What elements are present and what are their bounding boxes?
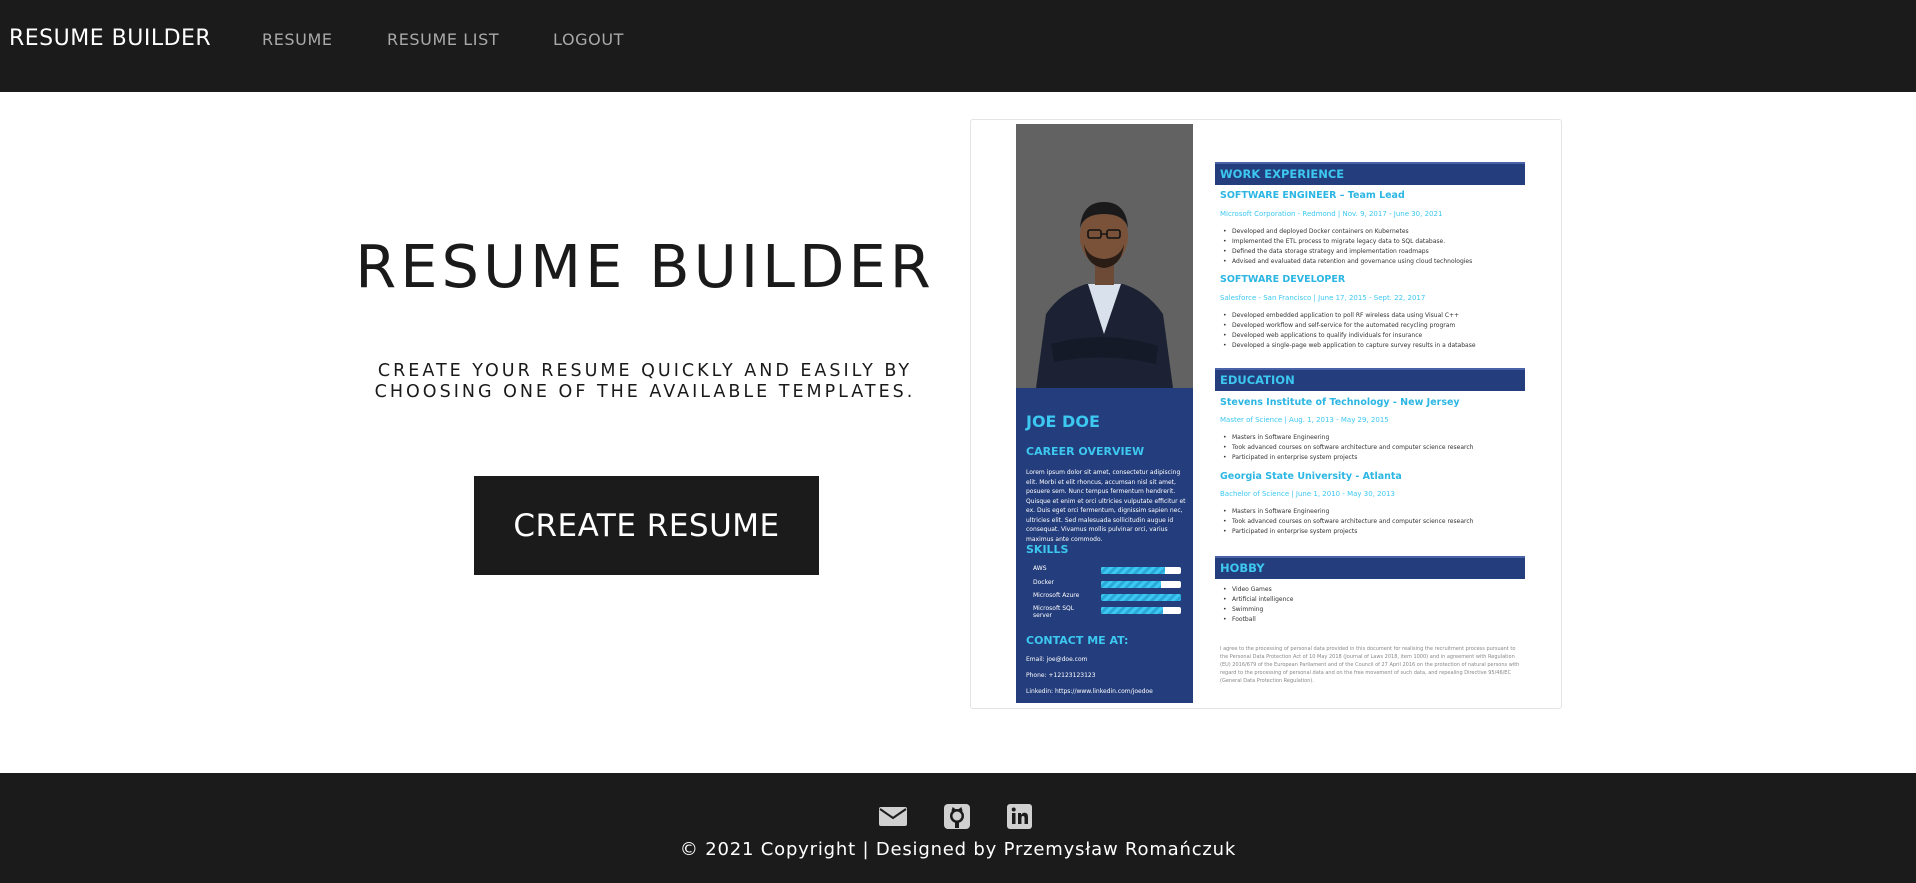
job-meta: Salesforce - San Francisco | June 17, 20… <box>1220 294 1426 302</box>
list-item: Participated in enterprise system projec… <box>1220 453 1520 463</box>
contact-linkedin: Linkedin: https://www.linkedin.com/joedo… <box>1026 688 1153 695</box>
skill-name: AWS <box>1033 565 1047 572</box>
brand-link[interactable]: RESUME BUILDER <box>9 26 211 51</box>
footer: © 2021 Copyright | Designed by Przemysła… <box>0 773 1916 883</box>
education-heading: EDUCATION <box>1215 368 1525 391</box>
gdpr-clause: I agree to the processing of personal da… <box>1220 646 1520 684</box>
skills-heading: SKILLS <box>1026 543 1069 556</box>
contact-heading: CONTACT ME AT: <box>1026 634 1129 647</box>
skill-bar <box>1101 607 1181 614</box>
list-item: Took advanced courses on software archit… <box>1220 517 1520 527</box>
school-title: Stevens Institute of Technology - New Je… <box>1220 397 1460 408</box>
list-item: Video Games <box>1220 585 1520 595</box>
skill-fill <box>1101 581 1161 588</box>
resume-name: JOE DOE <box>1026 412 1100 431</box>
list-item: Participated in enterprise system projec… <box>1220 527 1520 537</box>
job-bullets: Developed embedded application to poll R… <box>1220 311 1520 351</box>
profile-photo <box>1016 124 1193 388</box>
copyright-text: © 2021 Copyright | Designed by Przemysła… <box>679 839 1237 860</box>
skill-bar <box>1101 581 1181 588</box>
list-item: Developed web applications to qualify in… <box>1220 331 1520 341</box>
nav-link-resume-list[interactable]: RESUME LIST <box>387 30 499 49</box>
list-item: Football <box>1220 615 1520 625</box>
school-title: Georgia State University - Atlanta <box>1220 471 1402 482</box>
list-item: Masters in Software Engineering <box>1220 507 1520 517</box>
create-resume-button[interactable]: CREATE RESUME <box>474 476 819 575</box>
list-item: Swimming <box>1220 605 1520 615</box>
hobby-list: Video Games Artificial intelligence Swim… <box>1220 585 1520 625</box>
skill-row: Microsoft SQL server <box>1033 605 1183 625</box>
list-item: Advised and evaluated data retention and… <box>1220 257 1520 267</box>
skill-fill <box>1101 594 1181 601</box>
school-bullets: Masters in Software Engineering Took adv… <box>1220 507 1520 537</box>
list-item: Implemented the ETL process to migrate l… <box>1220 237 1520 247</box>
navbar: RESUME BUILDER RESUME RESUME LIST LOGOUT <box>0 0 1916 92</box>
github-icon[interactable] <box>943 802 971 830</box>
mail-icon[interactable] <box>878 802 908 830</box>
list-item: Took advanced courses on software archit… <box>1220 443 1520 453</box>
list-item: Developed a single-page web application … <box>1220 341 1520 351</box>
contact-email: Email: joe@doe.com <box>1026 656 1088 663</box>
hero-subtitle: CREATE YOUR RESUME QUICKLY AND EASILY BY… <box>320 361 970 403</box>
skill-fill <box>1101 567 1165 574</box>
school-bullets: Masters in Software Engineering Took adv… <box>1220 433 1520 463</box>
resume-main-column: WORK EXPERIENCE SOFTWARE ENGINEER – Team… <box>1215 124 1525 703</box>
job-title: SOFTWARE DEVELOPER <box>1220 274 1346 285</box>
contact-phone: Phone: +12123123123 <box>1026 672 1096 679</box>
skill-name: Docker <box>1033 579 1055 586</box>
work-experience-heading: WORK EXPERIENCE <box>1215 162 1525 185</box>
list-item: Developed and deployed Docker containers… <box>1220 227 1520 237</box>
skill-fill <box>1101 607 1164 614</box>
list-item: Defined the data storage strategy and im… <box>1220 247 1520 257</box>
skill-name: Microsoft SQL server <box>1033 605 1075 619</box>
skill-bar <box>1101 594 1181 601</box>
hobby-heading: HOBBY <box>1215 556 1525 579</box>
list-item: Developed workflow and self-service for … <box>1220 321 1520 331</box>
list-item: Developed embedded application to poll R… <box>1220 311 1520 321</box>
list-item: Artificial intelligence <box>1220 595 1520 605</box>
school-meta: Bachelor of Science | June 1, 2010 - May… <box>1220 490 1395 498</box>
nav-link-resume[interactable]: RESUME <box>262 30 333 49</box>
resume-template-preview: JOE DOE CAREER OVERVIEW Lorem ipsum dolo… <box>970 119 1562 709</box>
hero-title: RESUME BUILDER <box>355 232 935 301</box>
skill-row: AWS <box>1033 565 1183 579</box>
skill-bar <box>1101 567 1181 574</box>
skill-name: Microsoft Azure <box>1033 592 1080 599</box>
skill-row: Microsoft Azure <box>1033 592 1183 606</box>
school-meta: Master of Science | Aug. 1, 2013 - May 2… <box>1220 416 1389 424</box>
career-overview-text: Lorem ipsum dolor sit amet, consectetur … <box>1026 469 1186 543</box>
resume-sidebar: JOE DOE CAREER OVERVIEW Lorem ipsum dolo… <box>1016 124 1193 703</box>
career-overview-heading: CAREER OVERVIEW <box>1026 445 1145 458</box>
skill-row: Docker <box>1033 579 1183 593</box>
job-title: SOFTWARE ENGINEER – Team Lead <box>1220 190 1405 201</box>
linkedin-icon[interactable] <box>1006 802 1033 830</box>
nav-link-logout[interactable]: LOGOUT <box>553 30 624 49</box>
hero-subtitle-line-2: CHOOSING ONE OF THE AVAILABLE TEMPLATES. <box>374 382 916 402</box>
job-bullets: Developed and deployed Docker containers… <box>1220 227 1520 267</box>
job-meta: Microsoft Corporation - Redmond | Nov. 9… <box>1220 210 1443 218</box>
hero-subtitle-line-1: CREATE YOUR RESUME QUICKLY AND EASILY BY <box>377 361 913 381</box>
list-item: Masters in Software Engineering <box>1220 433 1520 443</box>
